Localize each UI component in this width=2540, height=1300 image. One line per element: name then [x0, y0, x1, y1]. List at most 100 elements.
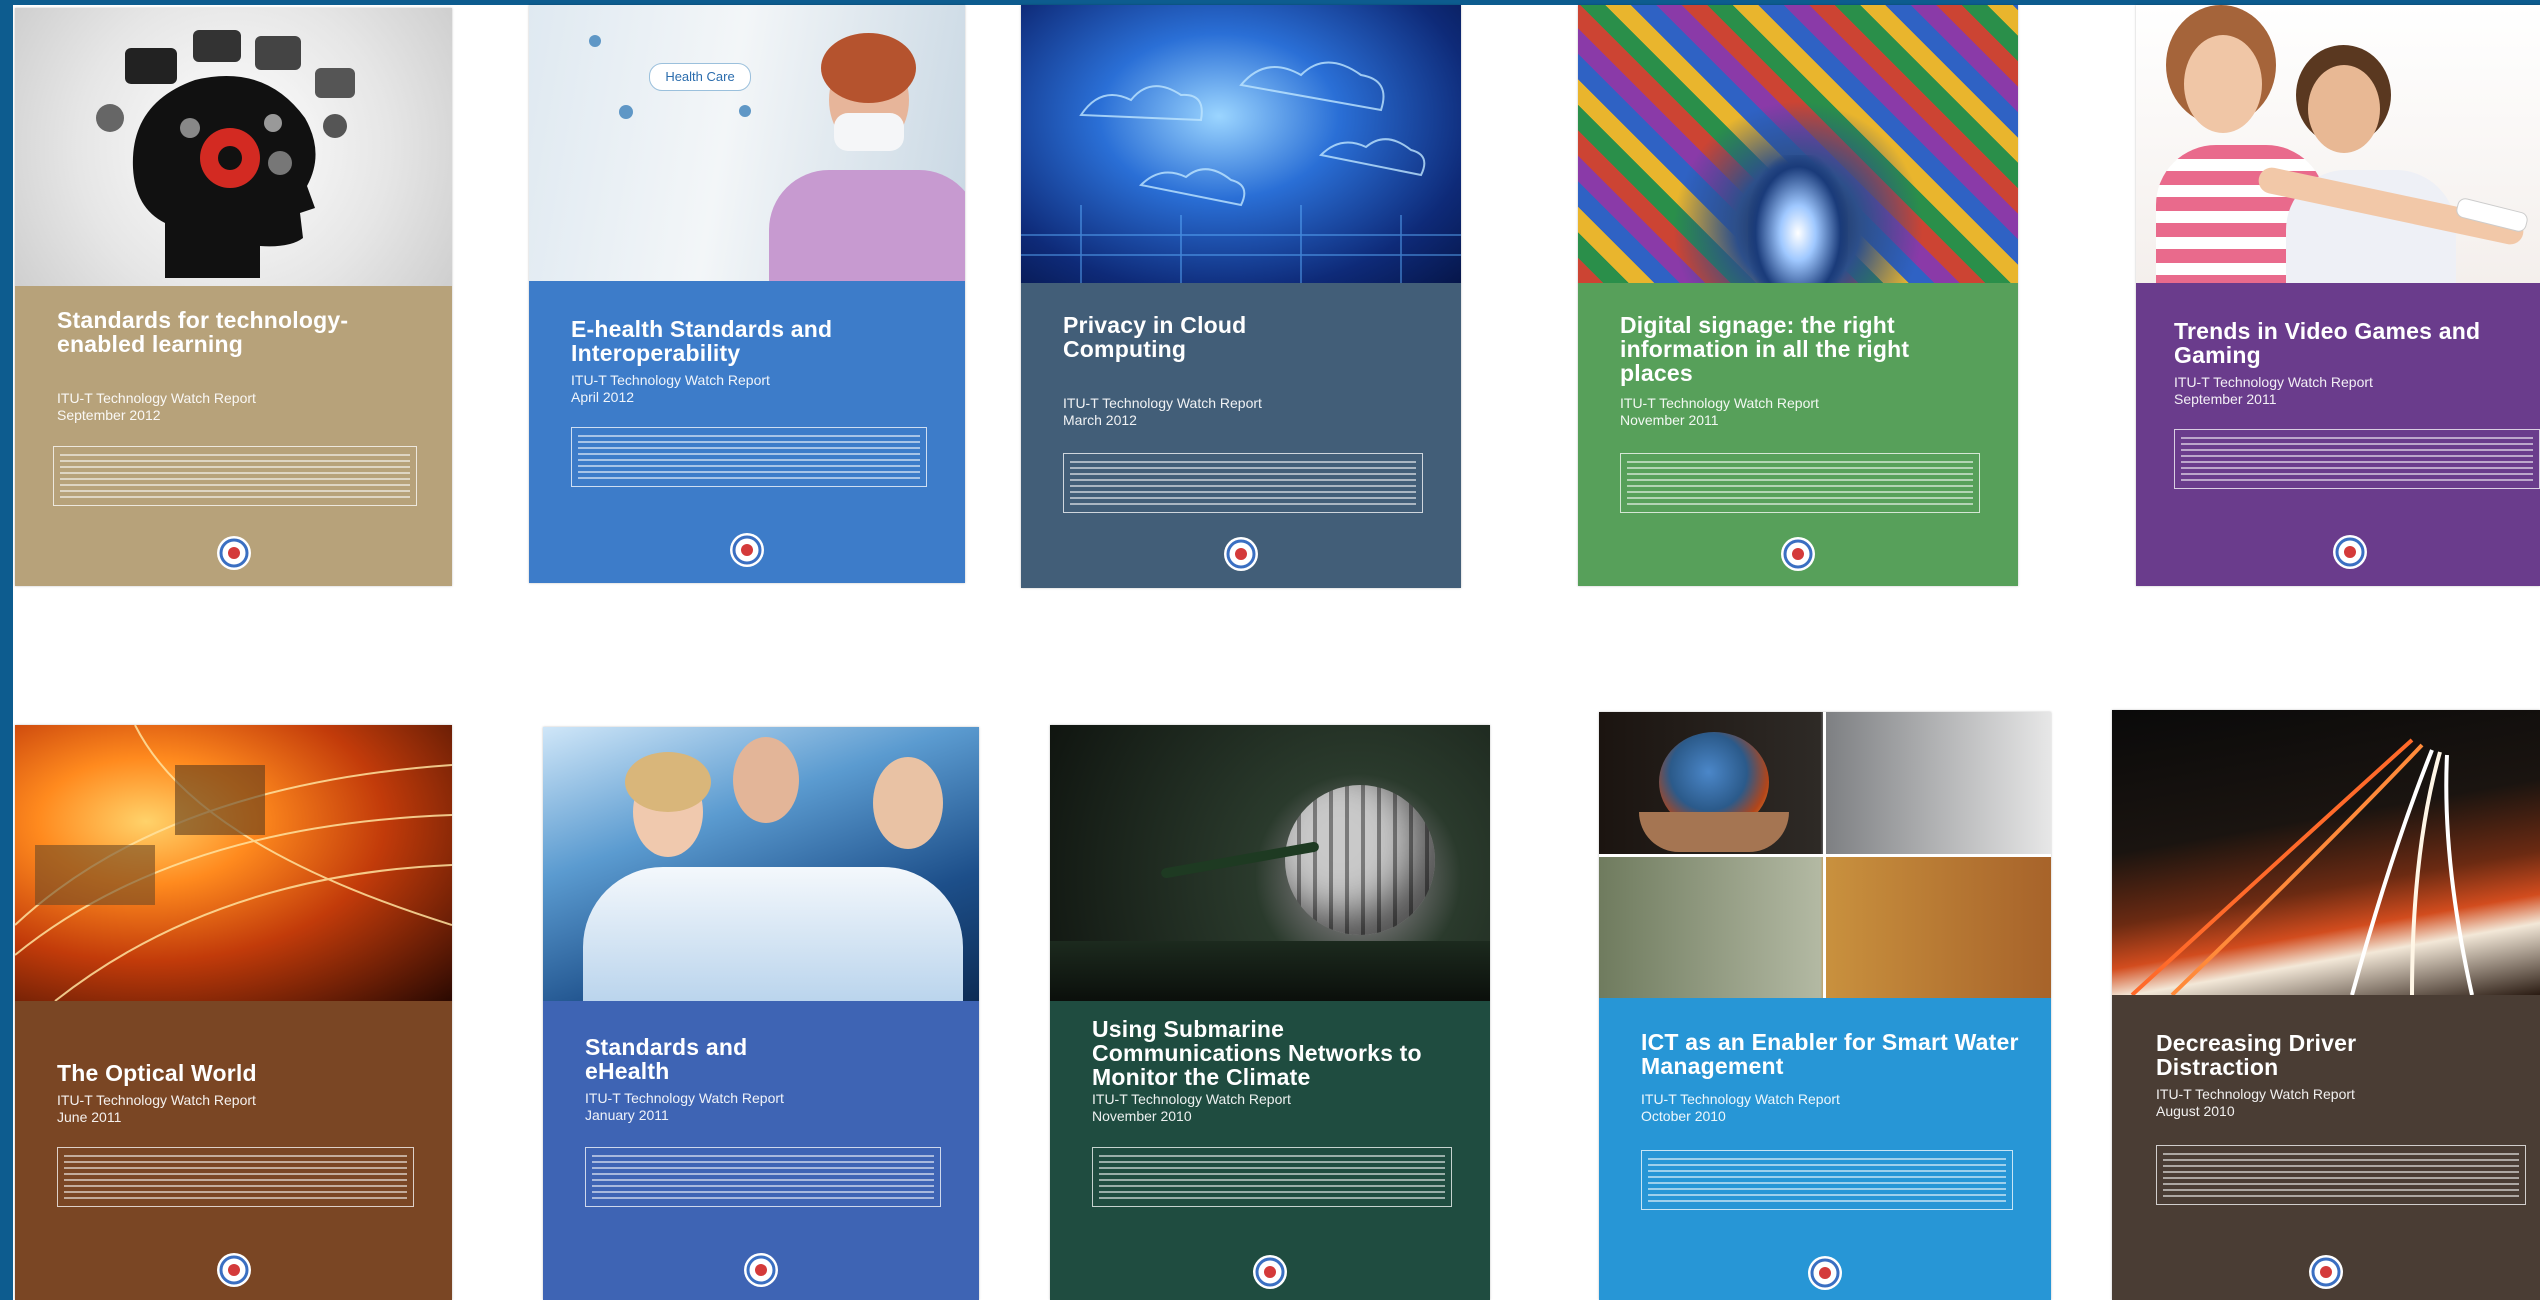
cover-image-lab	[543, 727, 979, 1001]
scientist-hair	[625, 752, 711, 812]
report-cover-standards-ehealth[interactable]: Standards and eHealth ITU-T Technology W…	[543, 727, 979, 1300]
cover-abstract	[2156, 1145, 2526, 1205]
itu-logo-icon	[1808, 1256, 1842, 1290]
cover-panel: ICT as an Enabler for Smart Water Manage…	[1599, 998, 2051, 1300]
itu-logo-icon	[2309, 1255, 2343, 1289]
itu-logo-icon	[2333, 535, 2367, 569]
report-cover-privacy-cloud[interactable]: Privacy in Cloud Computing ITU-T Technol…	[1021, 5, 1461, 588]
highway-light-trails-icon	[2130, 738, 2474, 995]
cover-image-water	[1599, 712, 2051, 998]
cover-title: The Optical World	[57, 1060, 257, 1086]
cover-series: ITU-T Technology Watch Report	[1641, 1091, 1840, 1107]
head-silhouette-icon	[96, 30, 355, 278]
sensor-sphere	[1285, 785, 1435, 935]
cover-image-cloud	[1021, 5, 1461, 283]
cover-panel: Standards for technology-enabled learnin…	[15, 286, 452, 586]
cover-date: January 2011	[585, 1107, 669, 1123]
cover-date: April 2012	[571, 389, 635, 405]
cover-title: Standards and eHealth	[585, 1034, 748, 1084]
cover-panel: The Optical World ITU-T Technology Watch…	[15, 1001, 452, 1300]
cover-panel: Trends in Video Games and Gaming ITU-T T…	[2136, 283, 2540, 586]
seabed	[1050, 941, 1490, 1001]
cover-title: Trends in Video Games and Gaming	[2174, 318, 2481, 368]
cover-series: ITU-T Technology Watch Report	[585, 1090, 784, 1106]
cover-series: ITU-T Technology Watch Report	[57, 390, 256, 406]
itu-logo-icon	[744, 1253, 778, 1287]
cover-title: Decreasing Driver Distraction	[2156, 1030, 2357, 1080]
floating-icon	[589, 35, 601, 47]
light-streaks-icon	[15, 725, 452, 1001]
itu-logo-icon	[216, 1253, 251, 1287]
cover-abstract	[2174, 429, 2540, 489]
hand	[1639, 812, 1789, 852]
cover-image-optical	[15, 725, 452, 1001]
report-cover-learning[interactable]: Standards for technology-enabled learnin…	[15, 8, 452, 586]
itu-logo-icon	[216, 536, 251, 570]
cover-series: ITU-T Technology Watch Report	[1092, 1091, 1291, 1107]
cover-abstract	[585, 1147, 941, 1207]
cover-image-games	[2136, 5, 2540, 283]
child-face	[2308, 65, 2380, 153]
floating-icon	[739, 105, 751, 117]
report-cover-digital-signage[interactable]: Digital signage: the right information i…	[1578, 5, 2018, 586]
cover-image-learning	[15, 8, 452, 286]
cover-series: ITU-T Technology Watch Report	[1620, 395, 1819, 411]
cover-panel: Decreasing Driver Distraction ITU-T Tech…	[2112, 995, 2540, 1300]
left-accent-bar	[0, 0, 13, 1300]
tile-divider	[1823, 712, 1826, 998]
cover-image-submarine	[1050, 725, 1490, 1001]
health-care-badge: Health Care	[649, 63, 751, 91]
report-cover-optical-world[interactable]: The Optical World ITU-T Technology Watch…	[15, 725, 452, 1300]
cloud-icon	[1021, 61, 1461, 283]
itu-logo-icon	[730, 533, 764, 567]
cover-series: ITU-T Technology Watch Report	[57, 1092, 256, 1108]
report-cover-submarine-climate[interactable]: Using Submarine Communications Networks …	[1050, 725, 1490, 1300]
report-cover-driver-distraction[interactable]: Decreasing Driver Distraction ITU-T Tech…	[2112, 710, 2540, 1300]
girl-face	[2184, 35, 2262, 133]
cover-date: November 2010	[1092, 1108, 1192, 1124]
itu-logo-icon	[1253, 1255, 1287, 1289]
cover-date: September 2011	[2174, 391, 2277, 407]
tunnel-vanishing-point	[1748, 155, 1848, 283]
cover-panel: Standards and eHealth ITU-T Technology W…	[543, 1001, 979, 1300]
cover-abstract	[1641, 1150, 2013, 1210]
cover-title: Standards for technology-enabled learnin…	[57, 307, 349, 357]
lab-coat	[583, 867, 963, 1001]
cover-date: September 2012	[57, 407, 161, 423]
cover-abstract	[1063, 453, 1423, 513]
cover-abstract	[1620, 453, 1980, 513]
cover-panel: Digital signage: the right information i…	[1578, 283, 2018, 586]
cover-title: Privacy in Cloud Computing	[1063, 312, 1247, 362]
report-cover-video-games[interactable]: Trends in Video Games and Gaming ITU-T T…	[2136, 5, 2540, 586]
cover-title: ICT as an Enabler for Smart Water Manage…	[1641, 1029, 2019, 1079]
report-cover-ehealth-interoperability[interactable]: Health Care E-health Standards and Inter…	[529, 5, 965, 583]
nurse-hair	[821, 33, 916, 103]
cover-series: ITU-T Technology Watch Report	[1063, 395, 1262, 411]
cover-series: ITU-T Technology Watch Report	[571, 372, 770, 388]
cover-panel: Using Submarine Communications Networks …	[1050, 1001, 1490, 1300]
itu-logo-icon	[1224, 537, 1258, 571]
cover-image-ehealth: Health Care	[529, 5, 965, 281]
cover-date: March 2012	[1063, 412, 1137, 428]
cover-image-signage	[1578, 5, 2018, 283]
cover-series: ITU-T Technology Watch Report	[2174, 374, 2373, 390]
itu-logo-icon	[1781, 537, 1815, 571]
scientist-head	[873, 757, 943, 849]
scientist-head	[733, 737, 799, 823]
cover-abstract	[57, 1147, 414, 1207]
cover-date: October 2010	[1641, 1108, 1726, 1124]
cover-date: November 2011	[1620, 412, 1719, 428]
cover-image-highway	[2112, 710, 2540, 995]
cover-date: August 2010	[2156, 1103, 2235, 1119]
cover-panel: Privacy in Cloud Computing ITU-T Technol…	[1021, 283, 1461, 588]
nurse-mask	[834, 113, 904, 151]
cover-abstract	[571, 427, 927, 487]
nurse-scrubs	[769, 170, 965, 281]
cover-panel: E-health Standards and Interoperability …	[529, 281, 965, 583]
cover-date: June 2011	[57, 1109, 122, 1125]
report-cover-smart-water[interactable]: ICT as an Enabler for Smart Water Manage…	[1599, 712, 2051, 1300]
cover-title: Digital signage: the right information i…	[1620, 312, 1910, 386]
cover-title: Using Submarine Communications Networks …	[1092, 1016, 1422, 1090]
cover-series: ITU-T Technology Watch Report	[2156, 1086, 2355, 1102]
cover-abstract	[1092, 1147, 1452, 1207]
